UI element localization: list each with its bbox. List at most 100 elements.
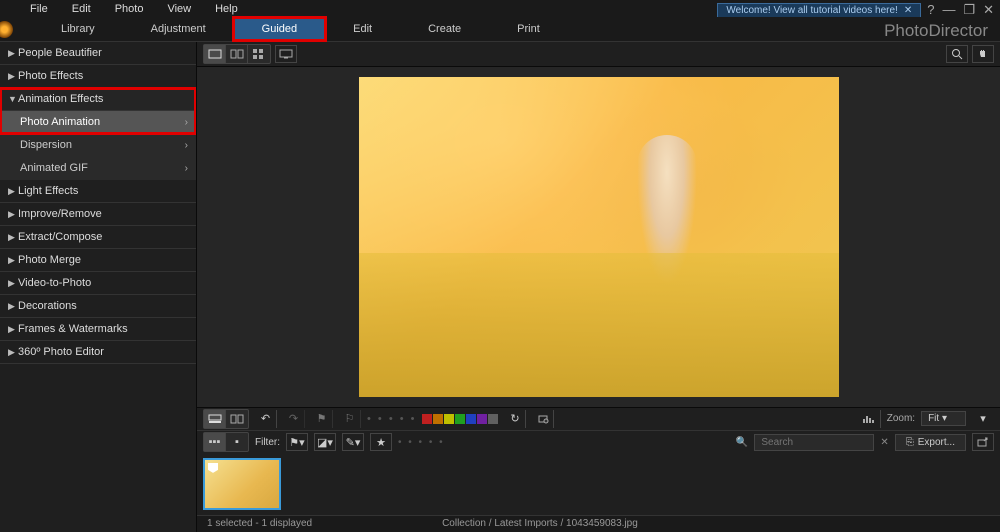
cat-light-effects[interactable]: ▶Light Effects (0, 180, 196, 203)
menu-help[interactable]: Help (203, 1, 250, 17)
cat-label: Photo Merge (18, 254, 81, 266)
welcome-text: Welcome! View all tutorial videos here! (726, 5, 897, 16)
tab-print[interactable]: Print (489, 18, 568, 40)
filter-edit-icon[interactable]: ✎▾ (342, 433, 364, 451)
zoom-label: Zoom: (887, 413, 915, 424)
cat-label: People Beautifier (18, 47, 102, 59)
cat-extract-compose[interactable]: ▶Extract/Compose (0, 226, 196, 249)
menu-edit[interactable]: Edit (60, 1, 103, 17)
strip-toolbar: ↶ ↷ ⚑ ⚐ • • • • • ↻ Zoom: Fit ▾ ▾ (197, 407, 1000, 430)
content-area: ↶ ↷ ⚑ ⚐ • • • • • ↻ Zoom: Fit ▾ ▾ (197, 42, 1000, 532)
zoom-reset-icon[interactable]: ▾ (972, 410, 994, 428)
minimize-icon[interactable]: — (942, 2, 955, 18)
canvas-area (197, 67, 1000, 407)
cat-360-editor[interactable]: ▶360º Photo Editor (0, 341, 196, 364)
chevron-right-icon: › (185, 117, 188, 128)
reject-icon[interactable]: ⚐ (339, 410, 361, 428)
cat-photo-merge[interactable]: ▶Photo Merge (0, 249, 196, 272)
cat-label: Decorations (18, 300, 77, 312)
cat-label: Photo Effects (18, 70, 83, 82)
swatch-orange[interactable] (433, 414, 443, 424)
tab-guided[interactable]: Guided (234, 18, 325, 40)
cat-label: Extract/Compose (18, 231, 102, 243)
search-icon: 🔍 (736, 437, 748, 448)
crop-overlay-icon[interactable] (532, 410, 554, 428)
sub-label: Dispersion (20, 139, 72, 151)
sub-animated-gif[interactable]: Animated GIF › (0, 157, 196, 180)
cat-improve-remove[interactable]: ▶Improve/Remove (0, 203, 196, 226)
close-icon[interactable]: ✕ (904, 5, 912, 16)
search-input[interactable] (754, 434, 874, 451)
filmstrip (197, 453, 1000, 515)
view-grid-icon[interactable] (248, 45, 270, 63)
sub-label: Photo Animation (20, 116, 100, 128)
thumb-size-large-icon[interactable]: ▪ (226, 433, 248, 451)
view-single-icon[interactable] (204, 45, 226, 63)
chevron-right-icon: › (185, 140, 188, 151)
flag-icon[interactable]: ⚑ (311, 410, 333, 428)
help-icon[interactable]: ? (927, 2, 934, 18)
menu-photo[interactable]: Photo (103, 1, 156, 17)
swatch-red[interactable] (422, 414, 432, 424)
tab-edit[interactable]: Edit (325, 18, 400, 40)
swatch-purple[interactable] (477, 414, 487, 424)
cat-video-to-photo[interactable]: ▶Video-to-Photo (0, 272, 196, 295)
view-compare-icon[interactable] (226, 45, 248, 63)
export-button[interactable]: ⎘Export... (895, 434, 966, 451)
maximize-icon[interactable]: ❐ (963, 2, 975, 18)
welcome-banner[interactable]: Welcome! View all tutorial videos here! … (717, 3, 921, 18)
tab-create[interactable]: Create (400, 18, 489, 40)
sub-label: Animated GIF (20, 162, 88, 174)
cat-decorations[interactable]: ▶Decorations (0, 295, 196, 318)
thumbnail[interactable] (203, 458, 281, 510)
brand-label: PhotoDirector (884, 21, 988, 41)
filter-label-icon[interactable]: ◪▾ (314, 433, 336, 451)
swatch-blue[interactable] (466, 414, 476, 424)
share-icon[interactable] (972, 433, 994, 451)
rotate-right-icon[interactable]: ↷ (283, 410, 305, 428)
export-icon: ⎘ (906, 437, 914, 448)
cat-label: Frames & Watermarks (18, 323, 128, 335)
filter-bar: ▪▪▪ ▪ Filter: ⚑▾ ◪▾ ✎▾ ★ • • • • • 🔍 ✕ ⎘… (197, 430, 1000, 453)
thumb-tag-icon (208, 463, 218, 473)
rotate-left-icon[interactable]: ↶ (255, 410, 277, 428)
histogram-icon[interactable] (859, 410, 881, 428)
cat-label: 360º Photo Editor (18, 346, 104, 358)
close-window-icon[interactable]: ✕ (983, 2, 994, 18)
mode-tabs: Library Adjustment Guided Edit Create Pr… (0, 17, 1000, 42)
secondary-monitor-icon[interactable] (275, 45, 297, 63)
tab-library[interactable]: Library (33, 18, 123, 40)
sub-photo-animation[interactable]: Photo Animation › (0, 111, 196, 134)
cat-frames-watermarks[interactable]: ▶Frames & Watermarks (0, 318, 196, 341)
clear-search-icon[interactable]: ✕ (880, 437, 888, 448)
swatch-green[interactable] (455, 414, 465, 424)
layout-grid-icon[interactable] (226, 410, 248, 428)
tab-adjustment[interactable]: Adjustment (123, 18, 234, 40)
app-logo-icon (0, 21, 13, 38)
swatch-yellow[interactable] (444, 414, 454, 424)
rating-dots[interactable]: • • • • • (367, 413, 416, 425)
cat-animation-effects[interactable]: ▼Animation Effects (0, 88, 196, 111)
thumb-size-small-icon[interactable]: ▪▪▪ (204, 433, 226, 451)
cat-people-beautifier[interactable]: ▶People Beautifier (0, 42, 196, 65)
pan-hand-icon[interactable] (972, 45, 994, 63)
sub-dispersion[interactable]: Dispersion › (0, 134, 196, 157)
filter-flag-icon[interactable]: ⚑▾ (286, 433, 308, 451)
menu-view[interactable]: View (155, 1, 203, 17)
menu-file[interactable]: File (18, 1, 60, 17)
view-toolbar (197, 42, 1000, 67)
status-bar: 1 selected - 1 displayed Collection / La… (197, 515, 1000, 532)
color-swatches (422, 414, 498, 424)
preview-image[interactable] (359, 77, 839, 397)
swatch-gray[interactable] (488, 414, 498, 424)
magnifier-icon[interactable] (946, 45, 968, 63)
chevron-right-icon: › (185, 163, 188, 174)
cat-label: Improve/Remove (18, 208, 102, 220)
guided-sidebar: ▶People Beautifier ▶Photo Effects ▼Anima… (0, 42, 197, 532)
filter-rating-dots[interactable]: • • • • • (398, 437, 445, 448)
zoom-select[interactable]: Fit ▾ (921, 411, 966, 426)
filter-star-icon[interactable]: ★ (370, 433, 392, 451)
layout-filmstrip-icon[interactable] (204, 410, 226, 428)
cat-photo-effects[interactable]: ▶Photo Effects (0, 65, 196, 88)
refresh-icon[interactable]: ↻ (504, 410, 526, 428)
